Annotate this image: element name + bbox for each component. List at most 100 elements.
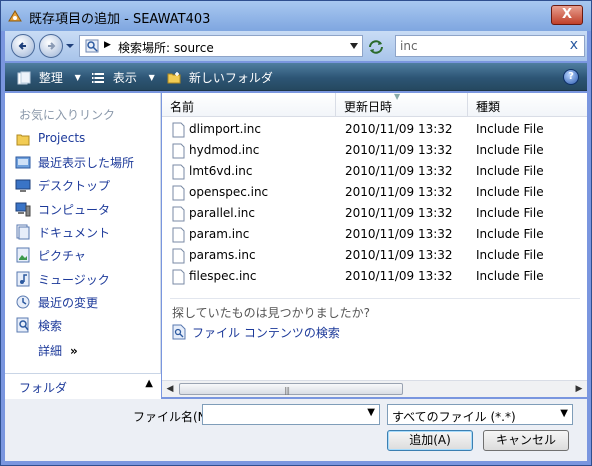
column-header-label: 名前 (170, 100, 195, 114)
back-arrow-icon (18, 42, 26, 50)
file-name: parallel.inc (189, 206, 255, 220)
search-box[interactable]: x (395, 35, 585, 57)
double-chevron-icon: » (70, 344, 78, 358)
table-row[interactable]: param.inc 2010/11/09 13:32 Include File (162, 224, 587, 245)
filename-combobox[interactable]: ▼ (202, 404, 380, 425)
sidebar-item-label: コンピュータ (38, 203, 111, 217)
scroll-right-icon[interactable]: ▶ (571, 381, 587, 397)
file-date: 2010/11/09 13:32 (345, 269, 453, 283)
navigation-pane: お気に入りリンク Projects 最近表示した場所 デスクトップ コンピュータ… (5, 93, 161, 397)
file-name: openspec.inc (189, 185, 269, 199)
table-row[interactable]: hydmod.inc 2010/11/09 13:32 Include File (162, 140, 587, 161)
table-row[interactable]: dlimport.inc 2010/11/09 13:32 Include Fi… (162, 119, 587, 140)
horizontal-scrollbar[interactable]: ◀ ||| ▶ (162, 380, 587, 397)
sidebar-item-label: ミュージック (38, 273, 110, 287)
breadcrumb-arrow-icon[interactable]: ▶ (104, 40, 111, 50)
file-icon (172, 185, 185, 201)
recently-changed-icon (16, 295, 30, 309)
search-file-contents-label: ファイル コンテンツの検索 (192, 326, 340, 340)
search-input[interactable] (400, 38, 560, 54)
chevron-up-icon: ▲ (145, 378, 153, 389)
close-icon: X (561, 7, 573, 22)
sidebar-item-label: Projects (38, 131, 86, 145)
file-name: hydmod.inc (189, 143, 260, 157)
table-row[interactable]: openspec.inc 2010/11/09 13:32 Include Fi… (162, 182, 587, 203)
file-date: 2010/11/09 13:32 (345, 206, 453, 220)
file-type: Include File (476, 143, 544, 157)
forward-button[interactable] (39, 34, 63, 58)
dialog-window: 既存項目の追加 - SEAWAT403 X ▶ 検索場所: source inc… (0, 0, 592, 466)
table-row[interactable]: parallel.inc 2010/11/09 13:32 Include Fi… (162, 203, 587, 224)
refresh-icon[interactable] (367, 38, 385, 56)
new-folder-label: 新しいフォルダ (188, 71, 273, 85)
table-row[interactable]: lmt6vd.inc 2010/11/09 13:32 Include File (162, 161, 587, 182)
favorite-links-heading: お気に入りリンク (19, 108, 116, 122)
scroll-left-icon[interactable]: ◀ (162, 381, 178, 397)
chevron-down-icon[interactable]: ▼ (560, 408, 568, 419)
searches-icon (16, 317, 29, 333)
views-menu[interactable]: 表示 ▼ (91, 69, 155, 87)
file-date: 2010/11/09 13:32 (345, 143, 453, 157)
pictures-icon (16, 247, 30, 263)
music-icon (16, 271, 30, 287)
file-icon (172, 143, 185, 159)
window-title: 既存項目の追加 - SEAWAT403 (29, 12, 211, 27)
file-icon (172, 122, 185, 138)
file-type: Include File (476, 185, 544, 199)
sidebar-item-label: 最近表示した場所 (38, 156, 135, 170)
more-links-button[interactable]: 詳細 » (38, 342, 78, 359)
file-date: 2010/11/09 13:32 (345, 185, 453, 199)
address-dropdown-icon[interactable] (350, 43, 358, 49)
column-header-type[interactable]: 種類 (468, 93, 587, 117)
divider (170, 298, 580, 299)
add-button[interactable]: 追加(A) (387, 430, 473, 451)
file-type: Include File (476, 122, 544, 136)
new-folder-button[interactable]: 新しいフォルダ (167, 69, 273, 87)
chevron-down-icon[interactable]: ▼ (367, 407, 375, 418)
sidebar-item-label: 検索 (38, 319, 63, 333)
table-row[interactable]: filespec.inc 2010/11/09 13:32 Include Fi… (162, 266, 587, 287)
computer-icon (15, 202, 31, 217)
recent-places-icon (15, 156, 31, 169)
views-icon (92, 71, 104, 84)
back-button[interactable] (11, 34, 35, 58)
file-type: Include File (476, 227, 544, 241)
file-type-select[interactable]: すべてのファイル (*.*) ▼ (387, 404, 573, 425)
new-folder-icon (167, 71, 181, 83)
views-dropdown-icon: ▼ (148, 73, 155, 82)
table-row[interactable]: params.inc 2010/11/09 13:32 Include File (162, 245, 587, 266)
file-icon (172, 206, 185, 222)
column-header-label: 種類 (476, 100, 501, 114)
organize-menu[interactable]: 整理 ▼ (17, 69, 81, 87)
close-button[interactable]: X (551, 5, 583, 25)
sort-indicator-icon: ▼ (394, 92, 401, 101)
address-bar[interactable]: ▶ 検索場所: source (79, 35, 363, 57)
file-type: Include File (476, 206, 544, 220)
folders-label: フォルダ (19, 381, 68, 395)
cancel-button[interactable]: キャンセル (483, 430, 569, 451)
sidebar-item-label: デスクトップ (38, 179, 111, 193)
title-bar: 既存項目の追加 - SEAWAT403 X (1, 1, 591, 31)
documents-icon (16, 224, 30, 240)
file-date: 2010/11/09 13:32 (345, 248, 453, 262)
column-header-date[interactable]: ▼ 更新日時 (336, 92, 468, 117)
column-header-name[interactable]: 名前 (162, 93, 336, 117)
folders-toggle[interactable]: フォルダ ▲ (5, 373, 161, 399)
search-folder-icon (85, 39, 99, 53)
organize-dropdown-icon: ▼ (74, 73, 81, 82)
organize-label: 整理 (38, 71, 63, 85)
file-type: Include File (476, 248, 544, 262)
clear-search-icon[interactable]: x (570, 37, 578, 53)
views-label: 表示 (112, 71, 137, 85)
file-type: Include File (476, 164, 544, 178)
help-button[interactable]: ? (563, 69, 579, 85)
search-hint-text: 探していたものは見つかりましたか? (172, 306, 371, 320)
sidebar-item-label: ピクチャ (38, 249, 86, 263)
file-name: dlimport.inc (189, 122, 261, 136)
recent-pages-dropdown-icon[interactable] (65, 41, 75, 51)
dialog-footer: ファイル名(N): ▼ すべてのファイル (*.*) ▼ 追加(A) キャンセル (5, 399, 587, 461)
sidebar-item-label: 最近の変更 (38, 296, 99, 310)
scrollbar-thumb[interactable]: ||| (179, 383, 403, 395)
navigation-bar: ▶ 検索場所: source x (5, 31, 587, 61)
command-toolbar: 整理 ▼ 表示 ▼ 新しいフォルダ ? (5, 63, 587, 91)
